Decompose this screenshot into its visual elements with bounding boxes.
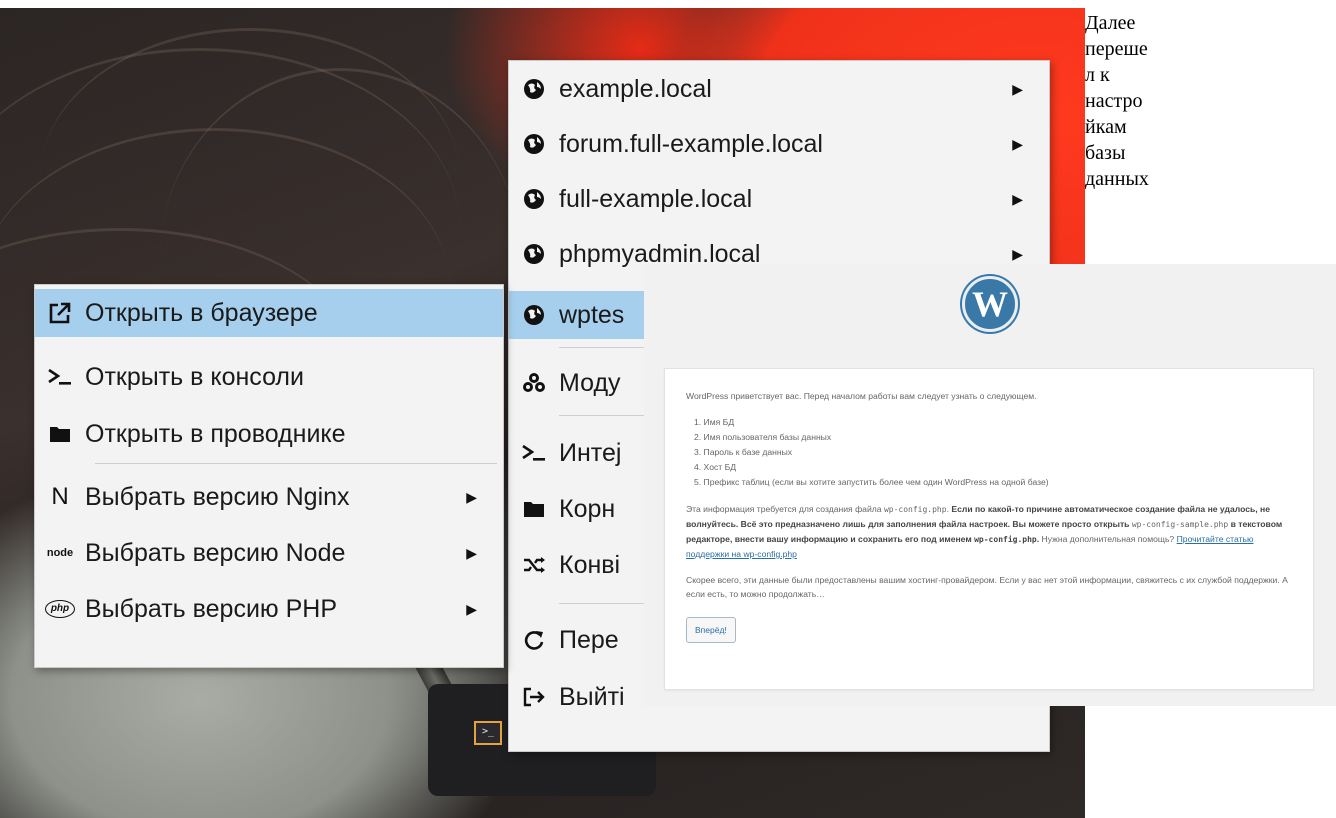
submenu-arrow-icon: ▶: [1012, 135, 1023, 152]
list-item: 4. Хост БД: [694, 462, 737, 472]
menu-item-open-console[interactable]: Открыть в консоли: [35, 353, 503, 401]
menu-item-label: Корн: [559, 494, 616, 523]
menu-item-php-version[interactable]: php Выбрать версию PHP ▶: [35, 585, 503, 633]
menu-item-site[interactable]: full-example.local ▶: [509, 175, 1049, 223]
folder-icon: [509, 500, 559, 518]
menu-item-label: Выбрать версию Node: [85, 538, 346, 567]
terminal-icon: [35, 367, 85, 387]
menu-item-label: Интеј: [559, 438, 622, 467]
menu-item-site[interactable]: forum.full-example.local ▶: [509, 120, 1049, 168]
submenu-arrow-icon: ▶: [466, 488, 477, 505]
submenu-arrow-icon: ▶: [1012, 80, 1023, 97]
menu-separator: [95, 463, 497, 464]
nginx-icon: N: [51, 483, 69, 510]
wp-requirements-list: 1. Имя БД 2. Имя пользователя базы данны…: [694, 415, 1293, 490]
wordpress-logo-icon: W: [962, 276, 1018, 332]
menu-item-label: Открыть в браузере: [85, 298, 318, 327]
menu-item-node-version[interactable]: node Выбрать версию Node ▶: [35, 529, 503, 577]
menu-item-label: Конві: [559, 550, 621, 579]
menu-item-label: forum.full-example.local: [559, 129, 823, 158]
wp-hosting-paragraph: Скорее всего, эти данные были предоставл…: [686, 575, 1288, 599]
php-icon: php: [35, 600, 85, 618]
exit-icon: [509, 686, 559, 708]
article-line: настро: [1085, 90, 1143, 112]
wordpress-setup-screen: W WordPress приветствует вас. Перед нача…: [644, 264, 1336, 706]
list-item: 3. Пароль к базе данных: [694, 447, 793, 457]
wp-code: wp-config-sample.php: [1131, 520, 1229, 529]
globe-icon: [509, 304, 559, 326]
article-line: л к: [1085, 64, 1110, 86]
wp-text: Нужна дополнительная помощь?: [1041, 534, 1175, 544]
submenu-arrow-icon: ▶: [466, 600, 477, 617]
menu-item-label: Выйті: [559, 682, 625, 711]
globe-icon: [509, 243, 559, 265]
list-item: 5. Префикс таблиц (если вы хотите запуст…: [694, 477, 1049, 487]
list-item: 1. Имя БД: [694, 417, 735, 427]
wp-info-paragraph: Эта информация требуется для создания фа…: [686, 504, 1283, 559]
folder-icon: [35, 425, 85, 443]
article-text: Далее переше л к настро йкам базы данных: [1085, 10, 1195, 192]
taskbar-terminal-icon[interactable]: >_: [474, 721, 502, 745]
submenu-arrow-icon: ▶: [1012, 190, 1023, 207]
menu-item-label: Открыть в консоли: [85, 362, 304, 391]
wp-intro-text: WordPress приветствует вас. Перед начало…: [686, 391, 1037, 401]
site-actions-menu: Открыть в браузере Открыть в консоли Отк…: [34, 284, 504, 668]
menu-item-label: Открыть в проводнике: [85, 419, 346, 448]
article-line: йкам: [1085, 116, 1127, 138]
wordpress-setup-card: WordPress приветствует вас. Перед начало…: [664, 368, 1314, 690]
shuffle-icon: [509, 555, 559, 575]
menu-item-label: Выбрать версию Nginx: [85, 482, 350, 511]
menu-item-label: Моду: [559, 368, 621, 397]
menu-item-label: wptes: [559, 300, 625, 329]
article-line: базы: [1085, 142, 1126, 164]
wp-continue-button[interactable]: Вперёд!: [686, 617, 736, 643]
node-icon: node: [46, 547, 74, 559]
external-link-icon: [35, 301, 85, 325]
menu-item-site[interactable]: example.local ▶: [509, 65, 1049, 113]
wp-code: wp-config.php: [974, 535, 1037, 544]
menu-item-label: Выбрать версию PHP: [85, 594, 338, 623]
wp-code: wp-config.php: [883, 505, 947, 514]
article-line: Далее: [1085, 12, 1136, 34]
submenu-arrow-icon: ▶: [1012, 245, 1023, 262]
menu-item-open-explorer[interactable]: Открыть в проводнике: [35, 410, 503, 458]
globe-icon: [509, 133, 559, 155]
menu-item-open-browser[interactable]: Открыть в браузере: [35, 289, 503, 337]
modules-icon: [509, 372, 559, 394]
menu-item-label: Пере: [559, 625, 619, 654]
php-icon-text: php: [45, 600, 75, 618]
globe-icon: [509, 188, 559, 210]
menu-item-label: full-example.local: [559, 184, 753, 213]
globe-icon: [509, 78, 559, 100]
article-line: переше: [1085, 38, 1148, 60]
restart-icon: [509, 629, 559, 651]
submenu-arrow-icon: ▶: [466, 544, 477, 561]
article-line: данных: [1085, 168, 1149, 190]
wp-text: Эта информация требуется для создания фа…: [686, 504, 882, 514]
menu-item-nginx-version[interactable]: N Выбрать версию Nginx ▶: [35, 473, 503, 521]
list-item: 2. Имя пользователя базы данных: [694, 432, 832, 442]
terminal-icon: [509, 443, 559, 463]
menu-item-label: example.local: [559, 74, 712, 103]
